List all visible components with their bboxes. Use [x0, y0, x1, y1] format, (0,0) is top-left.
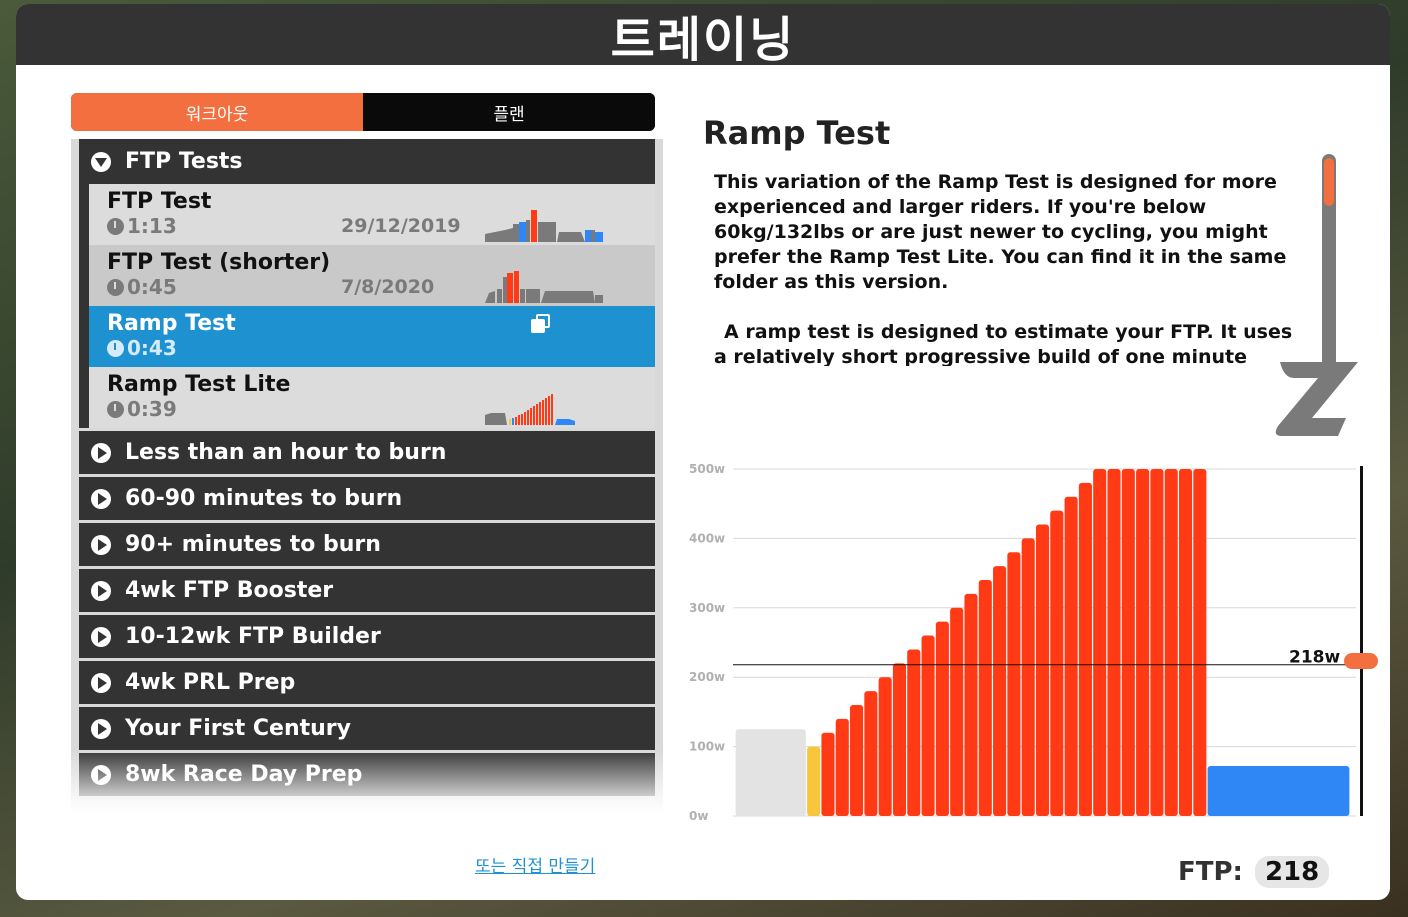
power-bar [1064, 496, 1078, 816]
create-custom-workout-link[interactable]: 또는 직접 만들기 [475, 852, 595, 877]
tab-workouts[interactable]: 워크아웃 [71, 93, 363, 131]
y-tick-label: 200w [689, 670, 725, 684]
power-bar [935, 621, 949, 816]
power-bar [907, 649, 921, 816]
folder-60-90-minutes[interactable]: 60-90 minutes to burn [79, 477, 655, 520]
duplicate-icon[interactable] [531, 314, 551, 334]
workout-description[interactable]: This variation of the Ramp Test is desig… [714, 170, 1294, 366]
ftp-line-label: 218w [1289, 648, 1340, 668]
ftp-label: FTP: [1178, 857, 1243, 887]
y-tick-label: 100w [689, 740, 725, 754]
workout-date: 29/12/2019 [341, 215, 461, 237]
expand-icon [91, 534, 111, 555]
workout-item-ramp-test-lite[interactable]: Ramp Test Lite 0:39 [89, 367, 655, 428]
power-bar [821, 732, 835, 816]
folder-90-plus-minutes[interactable]: 90+ minutes to burn [79, 523, 655, 566]
workout-list: FTP Tests FTP Test 1:13 29/12/2019 FTP T… [71, 139, 663, 819]
expand-icon [91, 764, 111, 785]
folder-8wk-race-day-prep[interactable]: 8wk Race Day Prep [79, 753, 655, 796]
power-bar-z3 [807, 746, 821, 816]
zwift-logo-icon [1275, 362, 1358, 436]
folder-10-12wk-ftp-builder[interactable]: 10-12wk FTP Builder [79, 615, 655, 658]
folder-4wk-prl-prep[interactable]: 4wk PRL Prep [79, 661, 655, 704]
expand-icon [91, 718, 111, 739]
power-bar [978, 580, 992, 816]
clock-icon [107, 217, 124, 235]
workout-power-chart: 500w 400w 300w 200w 100w 0w 218w [689, 462, 1371, 823]
ftp-display: FTP: 218 [1178, 856, 1330, 888]
power-bar [1007, 552, 1021, 816]
power-bar [1164, 469, 1178, 816]
expand-icon [91, 442, 111, 463]
workout-duration: 0:43 [107, 336, 655, 360]
workout-profile-thumbnail [485, 210, 603, 242]
tab-bar: 워크아웃 플랜 [71, 93, 655, 131]
power-bar [993, 566, 1007, 816]
folder-label: FTP Tests [125, 149, 243, 174]
y-tick-label: 0w [689, 809, 708, 823]
power-bar [921, 635, 935, 816]
power-bar-cooldown [1207, 766, 1350, 816]
power-bar [1107, 469, 1121, 816]
workout-profile-thumbnail [485, 394, 575, 425]
power-bar [1050, 510, 1064, 816]
power-bar [1121, 469, 1135, 816]
folder-first-century[interactable]: Your First Century [79, 707, 655, 750]
folder-less-than-hour[interactable]: Less than an hour to burn [79, 431, 655, 474]
workout-profile-thumbnail [485, 271, 603, 303]
workout-name: Ramp Test [107, 311, 236, 336]
description-paragraph: This variation of the Ramp Test is desig… [714, 171, 1287, 293]
power-bar [1035, 524, 1050, 816]
workout-date: 7/8/2020 [341, 276, 435, 298]
power-bar [864, 691, 878, 816]
power-bar [850, 704, 864, 816]
expand-icon [91, 672, 111, 693]
scrollbar-thumb[interactable] [1324, 158, 1334, 206]
y-tick-label: 300w [689, 601, 725, 615]
power-bar-warmup [735, 729, 806, 816]
description-paragraph: A ramp test is designed to estimate your… [714, 321, 1293, 366]
ftp-value: 218 [1254, 856, 1330, 888]
power-bar [892, 663, 907, 816]
power-bar [1150, 469, 1164, 816]
workout-item-ftp-test[interactable]: FTP Test 1:13 29/12/2019 [89, 184, 655, 245]
expand-icon [91, 626, 111, 647]
clock-icon [107, 400, 124, 418]
collapse-icon [91, 151, 111, 172]
expand-icon [91, 580, 111, 601]
training-window: 트레이닝 워크아웃 플랜 FTP Tests FTP Test 1:13 29/… [16, 4, 1390, 900]
power-bar [964, 593, 978, 816]
workout-item-ftp-test-shorter[interactable]: FTP Test (shorter) 0:45 7/8/2020 [89, 245, 655, 306]
power-bar [1093, 469, 1107, 816]
y-tick-label: 400w [689, 531, 725, 545]
power-bar [835, 718, 849, 816]
ftp-slider-handle[interactable] [1344, 653, 1378, 669]
power-bar [1193, 469, 1207, 816]
power-bar [1021, 538, 1035, 816]
power-bar [1078, 482, 1092, 816]
power-bar [950, 607, 964, 816]
tab-plans[interactable]: 플랜 [363, 93, 655, 131]
power-bar [1178, 469, 1193, 816]
workout-title: Ramp Test [703, 114, 891, 152]
y-tick-label: 500w [689, 462, 725, 476]
workout-item-ramp-test[interactable]: Ramp Test 0:43 [89, 306, 655, 367]
power-bar [878, 677, 892, 816]
description-scrollbar[interactable] [1322, 154, 1336, 374]
folder-header-ftp-tests[interactable]: FTP Tests [79, 139, 655, 184]
expand-icon [91, 488, 111, 509]
ftp-slider-track[interactable] [1360, 466, 1363, 816]
power-bar [1136, 469, 1150, 816]
clock-icon [107, 278, 124, 296]
folder-ftp-tests: FTP Tests FTP Test 1:13 29/12/2019 FTP T… [79, 139, 655, 428]
clock-icon [107, 339, 124, 357]
folder-4wk-ftp-booster[interactable]: 4wk FTP Booster [79, 569, 655, 612]
window-title: 트레이닝 [16, 4, 1390, 68]
